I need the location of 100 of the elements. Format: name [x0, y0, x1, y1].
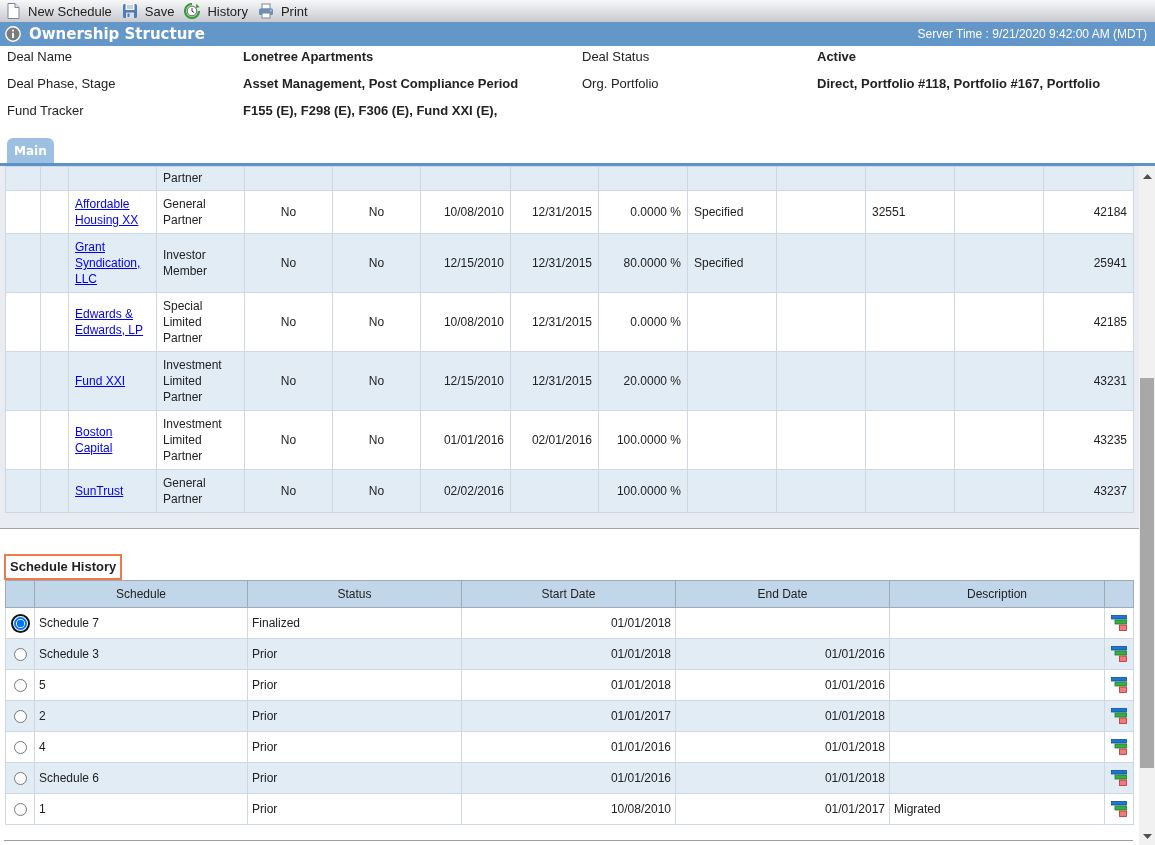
table-cell: Partner	[156, 166, 245, 191]
radio-button[interactable]	[13, 617, 27, 631]
vertical-scrollbar[interactable]	[1139, 166, 1155, 845]
field-value: Direct, Portfolio #118, Portfolio #167, Portfolio	[817, 75, 1101, 93]
table-cell: 01/01/2018	[675, 762, 890, 794]
info-icon	[5, 26, 21, 42]
table-cell: 5	[34, 669, 248, 701]
table-cell: 12/15/2010	[420, 233, 511, 293]
field-value: Active	[817, 48, 857, 66]
table-cell: 32551	[865, 190, 955, 234]
scroll-down-arrow-icon[interactable]	[1142, 834, 1152, 839]
table-cell: Prior	[247, 762, 462, 794]
table-cell: 0.0000 %	[598, 292, 688, 352]
stacked-bars-icon[interactable]	[1111, 677, 1127, 693]
partner-link[interactable]: Fund XXI	[75, 373, 126, 389]
table-cell: No	[332, 469, 421, 513]
table-cell: Investment Limited Partner	[156, 351, 245, 411]
table-cell: 2	[34, 700, 248, 732]
table-cell: No	[332, 190, 421, 234]
toolbar-button[interactable]: New Schedule	[3, 1, 114, 21]
scroll-up-arrow-icon[interactable]	[1142, 174, 1152, 179]
table-cell: 10/08/2010	[461, 793, 676, 825]
table-cell: No	[244, 351, 333, 411]
radio-button[interactable]	[13, 772, 27, 786]
table-cell: 12/31/2015	[510, 351, 599, 411]
table-cell: 01/01/2018	[461, 669, 676, 701]
toolbar-button[interactable]: Save	[119, 1, 177, 21]
table-cell: 01/01/2016	[461, 731, 676, 763]
table-cell: 01/01/2016	[675, 638, 890, 670]
stacked-bars-icon[interactable]	[1111, 615, 1127, 631]
table-cell: Schedule 6	[34, 762, 248, 794]
stacked-bars-icon[interactable]	[1111, 770, 1127, 786]
table-cell: 43235	[1043, 410, 1134, 470]
page-title: Ownership Structure	[29, 25, 205, 43]
column-header[interactable]: Description	[889, 580, 1105, 608]
table-cell: 02/02/2016	[420, 469, 511, 513]
field-label: Deal Status	[582, 48, 650, 66]
stacked-bars-icon[interactable]	[1111, 708, 1127, 724]
toolbar-button[interactable]: Print	[255, 1, 310, 21]
table-cell: No	[244, 292, 333, 352]
table-cell: 42184	[1043, 190, 1134, 234]
field-value: Lonetree Apartments	[243, 48, 374, 66]
stacked-bars-icon[interactable]	[1111, 739, 1127, 755]
table-cell: Schedule 3	[34, 638, 248, 670]
table-cell: Specified	[687, 190, 777, 234]
radio-button[interactable]	[13, 679, 27, 693]
field-label: Deal Name	[7, 48, 73, 66]
radio-button[interactable]	[13, 741, 27, 755]
table-cell: 01/01/2018	[675, 700, 890, 732]
document-icon	[5, 3, 21, 19]
column-header[interactable]: Status	[247, 580, 462, 608]
table-cell: No	[244, 410, 333, 470]
radio-button[interactable]	[13, 803, 27, 817]
table-cell: 01/01/2018	[461, 638, 676, 670]
table-cell: 10/08/2010	[420, 190, 511, 234]
table-cell: No	[332, 410, 421, 470]
stacked-bars-icon[interactable]	[1111, 646, 1127, 662]
field-value: F155 (E), F298 (E), F306 (E), Fund XXI (E),	[243, 102, 498, 120]
radio-button[interactable]	[13, 648, 27, 662]
table-cell: Special Limited Partner	[156, 292, 245, 352]
printer-icon	[257, 3, 274, 19]
field-value: Asset Management, Post Compliance Period	[243, 75, 519, 93]
table-cell: 01/01/2016	[675, 669, 890, 701]
table-cell: No	[244, 233, 333, 293]
table-cell: 43237	[1043, 469, 1134, 513]
stacked-bars-icon[interactable]	[1111, 801, 1127, 817]
table-cell: 01/01/2016	[420, 410, 511, 470]
table-cell: 12/15/2010	[420, 351, 511, 411]
table-cell: No	[244, 190, 333, 234]
field-label: Deal Phase, Stage	[7, 75, 116, 93]
table-cell: Investor Member	[156, 233, 245, 293]
table-cell: Investment Limited Partner	[156, 410, 245, 470]
table-cell: 12/31/2015	[510, 292, 599, 352]
radio-button[interactable]	[13, 710, 27, 724]
table-cell: 20.0000 %	[598, 351, 688, 411]
table-cell: Prior	[247, 700, 462, 732]
table-cell: 1	[34, 793, 248, 825]
table-cell: 01/01/2017	[461, 700, 676, 732]
table-cell: Finalized	[247, 607, 462, 639]
table-cell: 01/01/2018	[461, 607, 676, 639]
table-cell: No	[332, 292, 421, 352]
table-cell: Prior	[247, 793, 462, 825]
column-header[interactable]: End Date	[675, 580, 890, 608]
server-time: Server Time : 9/21/2020 9:42:00 AM (MDT)	[917, 27, 1147, 41]
table-cell: 100.0000 %	[598, 469, 688, 513]
scrollbar-thumb[interactable]	[1140, 378, 1154, 768]
table-cell: Prior	[247, 638, 462, 670]
table-cell: 10/08/2010	[420, 292, 511, 352]
toolbar-button[interactable]: History	[182, 1, 250, 21]
field-label: Fund Tracker	[7, 102, 84, 120]
table-cell: 80.0000 %	[598, 233, 688, 293]
table-cell: No	[332, 233, 421, 293]
table-cell: General Partner	[156, 469, 245, 513]
table-cell: 01/01/2016	[461, 762, 676, 794]
column-header[interactable]: Schedule	[34, 580, 248, 608]
column-header[interactable]: Start Date	[461, 580, 676, 608]
table-cell: 25941	[1043, 233, 1134, 293]
table-cell: 01/01/2017	[675, 793, 890, 825]
table-cell: No	[332, 351, 421, 411]
table-cell: 43231	[1043, 351, 1134, 411]
